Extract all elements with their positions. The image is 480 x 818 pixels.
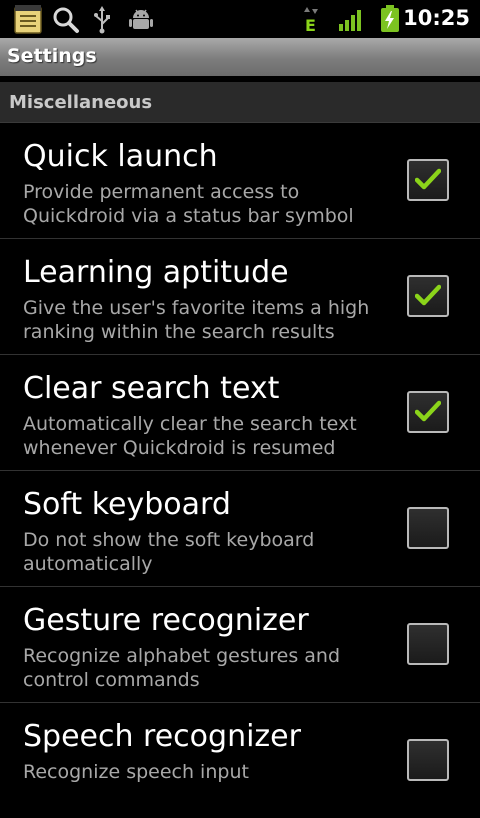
status-bar: E 10:25 (0, 0, 480, 38)
learning-aptitude-checkbox[interactable] (407, 275, 449, 317)
preference-row-gesture-recognizer[interactable]: Gesture recognizer Recognize alphabet ge… (0, 587, 480, 703)
preference-row-clear-search-text[interactable]: Clear search text Automatically clear th… (0, 355, 480, 471)
preference-title: Learning aptitude (23, 255, 289, 290)
notes-icon[interactable] (14, 4, 42, 38)
soft-keyboard-checkbox[interactable] (407, 507, 449, 549)
usb-icon (92, 6, 112, 38)
preference-summary: Recognize alphabet gestures and control … (23, 645, 341, 691)
preference-row-speech-recognizer[interactable]: Speech recognizer Recognize speech input (0, 703, 480, 818)
checkmark-icon (415, 168, 441, 190)
preference-summary: Recognize speech input (23, 761, 249, 783)
preference-summary: Give the user's favorite items a high ra… (23, 297, 370, 343)
preference-title: Soft keyboard (23, 487, 231, 522)
gesture-recognizer-checkbox[interactable] (407, 623, 449, 665)
clear-search-text-checkbox[interactable] (407, 391, 449, 433)
preference-row-quick-launch[interactable]: Quick launch Provide permanent access to… (0, 123, 480, 239)
preference-title: Speech recognizer (23, 719, 301, 754)
android-debug-icon (128, 7, 154, 37)
signal-icon (338, 8, 364, 36)
battery-charging-icon (380, 5, 400, 37)
preference-list: Quick launch Provide permanent access to… (0, 123, 480, 818)
svg-text:E: E (305, 16, 316, 35)
preference-title: Gesture recognizer (23, 603, 309, 638)
checkmark-icon (415, 284, 441, 306)
search-icon[interactable] (52, 6, 80, 38)
quick-launch-checkbox[interactable] (407, 159, 449, 201)
preference-row-soft-keyboard[interactable]: Soft keyboard Do not show the soft keybo… (0, 471, 480, 587)
preference-summary: Automatically clear the search text when… (23, 413, 357, 459)
preference-summary: Provide permanent access to Quickdroid v… (23, 181, 354, 227)
page-title: Settings (7, 45, 97, 67)
category-label: Miscellaneous (9, 92, 153, 113)
speech-recognizer-checkbox[interactable] (407, 739, 449, 781)
edge-data-icon: E (302, 5, 322, 39)
preference-summary: Do not show the soft keyboard automatica… (23, 529, 315, 575)
checkmark-icon (415, 400, 441, 422)
preference-title: Quick launch (23, 139, 218, 174)
preference-title: Clear search text (23, 371, 280, 406)
clock: 10:25 (403, 6, 470, 30)
title-bar: Settings (0, 38, 480, 76)
preference-category: Miscellaneous (0, 82, 480, 123)
preference-row-learning-aptitude[interactable]: Learning aptitude Give the user's favori… (0, 239, 480, 355)
